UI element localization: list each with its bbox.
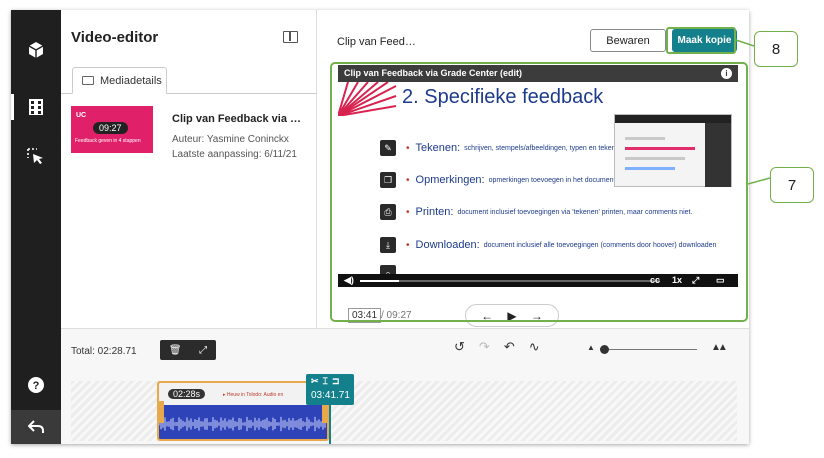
callout-eight: 8 [754,31,798,67]
callout-seven: 7 [770,167,814,203]
tab-mediadetails[interactable]: Mediadetails [72,67,167,94]
folder-icon [82,76,94,85]
tab-label: Mediadetails [100,74,162,87]
